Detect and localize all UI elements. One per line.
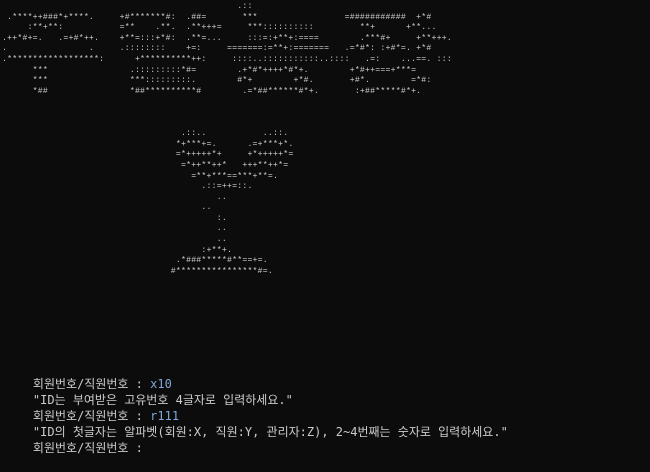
ascii-art-banner: .:: .****++###*+****. +#*******#: .##= *… (2, 2, 452, 276)
console-output: 회원번호/직원번호 : x10 "ID는 부여받은 고유번호 4글자로 입력하세… (4, 360, 646, 455)
console-prompt: 회원번호/직원번호 : (32, 441, 151, 455)
console-line: 회원번호/직원번호 : x10 (4, 360, 646, 391)
console-message: "ID는 부여받은 고유번호 4글자로 입력하세요." (32, 393, 293, 407)
console-input-value: x10 (150, 377, 172, 391)
console-input-value: r111 (150, 409, 180, 423)
console-prompt: 회원번호/직원번호 : (32, 377, 151, 391)
console-prompt: 회원번호/직원번호 : (32, 409, 151, 423)
console-message: "ID의 첫글자는 알파벳(회원:X, 직원:Y, 관리자:Z), 2~4번째는… (32, 425, 508, 439)
